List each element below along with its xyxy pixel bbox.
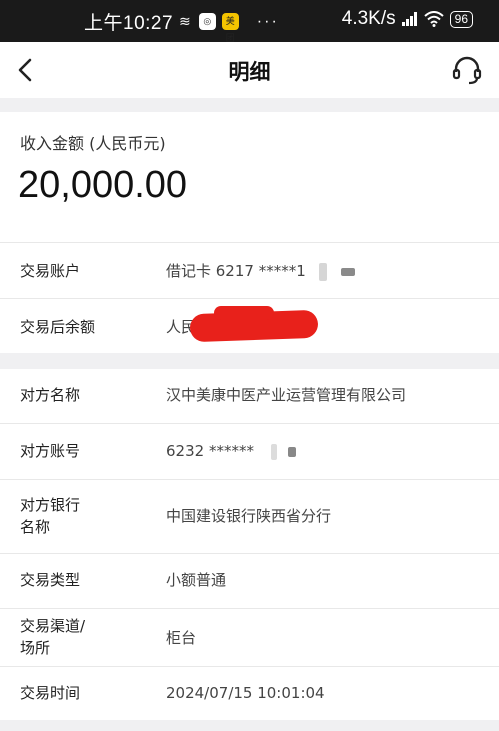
counterparty-name-label: 对方名称 bbox=[20, 386, 81, 404]
transaction-channel-label-line2: 场所 bbox=[20, 639, 51, 657]
transaction-time-row: 交易时间 2024/07/15 10:01:04 bbox=[0, 667, 499, 720]
balance-label: 交易后余额 bbox=[20, 318, 96, 336]
section-gap bbox=[0, 720, 499, 731]
transaction-channel-value: 柜台 bbox=[166, 629, 197, 647]
transaction-time-label: 交易时间 bbox=[20, 684, 81, 702]
income-amount-label: 收入金额 (人民币元) bbox=[20, 134, 166, 153]
income-amount-card: 收入金额 (人民币元) 20,000.00 bbox=[0, 112, 499, 240]
transaction-type-row: 交易类型 小额普通 bbox=[0, 554, 499, 608]
status-right: 4.3K/s 96 bbox=[342, 8, 473, 30]
account-row: 交易账户 借记卡 6217 *****1 bbox=[0, 243, 499, 298]
counterparty-bank-value: 中国建设银行陕西省分行 bbox=[166, 507, 332, 525]
notification-icon: ≋ bbox=[179, 13, 191, 29]
blurred-digits bbox=[270, 443, 277, 460]
income-amount-value: 20,000.00 bbox=[18, 164, 188, 206]
nav-bar: 明细 bbox=[0, 42, 499, 98]
battery-icon: 96 bbox=[449, 10, 473, 28]
blurred-digits bbox=[341, 267, 356, 276]
account-label: 交易账户 bbox=[20, 262, 81, 280]
transaction-type-label: 交易类型 bbox=[20, 571, 81, 589]
section-gap bbox=[0, 98, 499, 112]
counterparty-name-value: 汉中美康中医产业运营管理有限公司 bbox=[166, 386, 407, 404]
transaction-channel-label: 交易渠道/ 场所 bbox=[20, 615, 85, 659]
meituan-notification-icon: 美团 bbox=[221, 13, 239, 43]
blurred-digits bbox=[287, 446, 296, 457]
page-title: 明细 bbox=[228, 60, 271, 84]
counterparty-account-row: 对方账号 6232 ****** bbox=[0, 424, 499, 479]
more-notifications-icon: ··· bbox=[256, 12, 279, 30]
counterparty-account-number: 6232 ****** bbox=[166, 442, 254, 460]
counterparty-account-value: 6232 ****** bbox=[166, 440, 296, 462]
counterparty-bank-label-line2: 名称 bbox=[20, 518, 51, 536]
redaction-mark bbox=[214, 306, 274, 320]
transaction-type-value: 小额普通 bbox=[166, 571, 227, 589]
counterparty-bank-label-line1: 对方银行 bbox=[20, 496, 81, 514]
headset-icon[interactable] bbox=[451, 54, 483, 86]
counterparty-bank-label: 对方银行 名称 bbox=[20, 494, 80, 538]
network-speed: 4.3K/s bbox=[341, 8, 396, 29]
transaction-channel-row: 交易渠道/ 场所 柜台 bbox=[0, 609, 499, 666]
counterparty-bank-row: 对方银行 名称 中国建设银行陕西省分行 bbox=[0, 480, 499, 553]
wifi-icon bbox=[423, 11, 444, 27]
account-number: 借记卡 6217 *****1 bbox=[166, 262, 306, 280]
signal-icon bbox=[401, 12, 418, 26]
status-time: 上午10:27 bbox=[84, 13, 174, 34]
section-gap bbox=[0, 353, 499, 369]
transaction-time-value: 2024/07/15 10:01:04 bbox=[166, 684, 325, 702]
blurred-digits bbox=[318, 262, 327, 281]
app-notification-icon: ◎ bbox=[198, 13, 216, 30]
status-left: 上午10:27 ≋ ◎ 美团 ··· bbox=[84, 8, 279, 44]
transaction-channel-label-line1: 交易渠道/ bbox=[20, 617, 86, 635]
counterparty-account-label: 对方账号 bbox=[20, 442, 81, 460]
counterparty-name-row: 对方名称 汉中美康中医产业运营管理有限公司 bbox=[0, 369, 499, 423]
account-value: 借记卡 6217 *****1 bbox=[166, 260, 356, 282]
status-bar: 上午10:27 ≋ ◎ 美团 ··· 4.3K/s 96 bbox=[0, 0, 499, 44]
